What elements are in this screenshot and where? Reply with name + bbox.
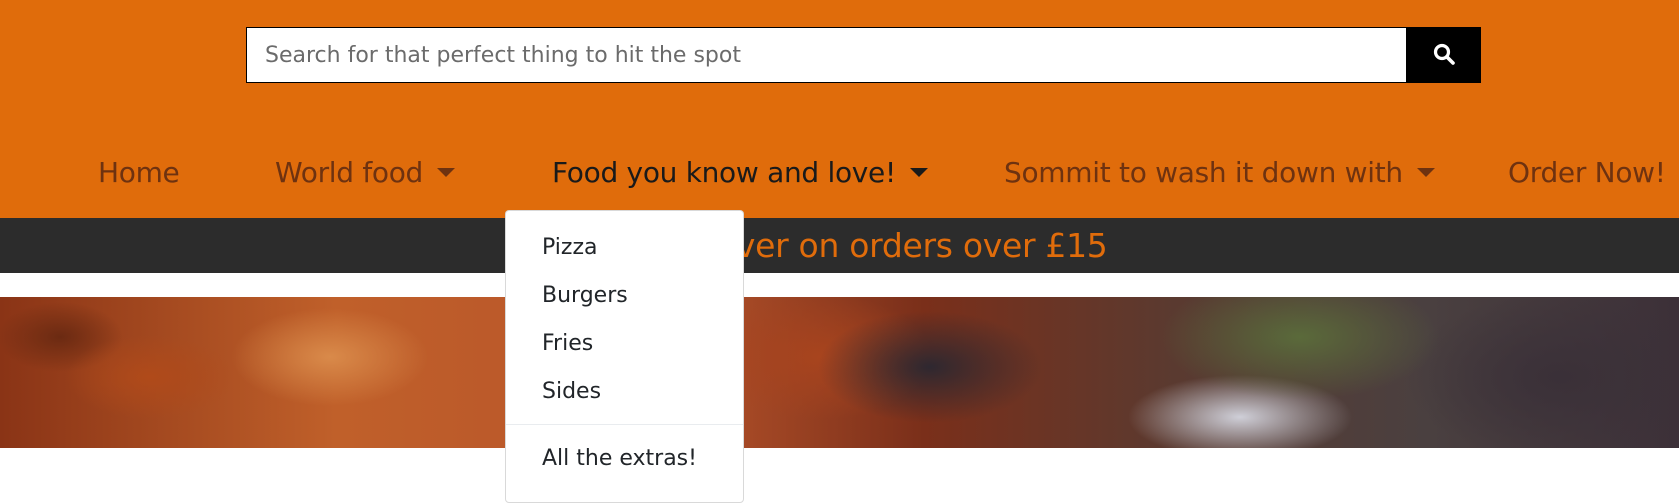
- dropdown-divider: [506, 424, 743, 425]
- nav-item-world-food[interactable]: World food: [275, 147, 456, 197]
- search-input[interactable]: [246, 27, 1407, 83]
- dropdown-item-pizza[interactable]: Pizza: [506, 223, 743, 271]
- caret-down-icon: [437, 167, 456, 177]
- delivery-banner: iver on orders over £15: [0, 218, 1679, 273]
- dropdown-item-fries[interactable]: Fries: [506, 319, 743, 367]
- caret-down-icon: [909, 167, 928, 177]
- dropdown-item-all-extras[interactable]: All the extras!: [506, 434, 743, 482]
- nav-item-label: World food: [275, 155, 424, 189]
- nav-item-label: Sommit to wash it down with: [1004, 155, 1403, 189]
- search-form: [246, 27, 1481, 83]
- main-nav: Home World food Food you know and love! …: [0, 147, 1679, 197]
- search-button[interactable]: [1407, 27, 1481, 83]
- nav-item-label: Food you know and love!: [552, 155, 896, 189]
- search-icon: [1432, 42, 1456, 69]
- dropdown-item-sides[interactable]: Sides: [506, 367, 743, 415]
- site-header: Home World food Food you know and love! …: [0, 0, 1679, 218]
- nav-item-drinks[interactable]: Sommit to wash it down with: [1004, 147, 1435, 197]
- nav-item-label: Home: [98, 155, 180, 189]
- nav-item-label: Order Now!: [1508, 155, 1666, 189]
- nav-item-order-now[interactable]: Order Now!: [1508, 147, 1666, 197]
- nav-item-food-you-know-and-love[interactable]: Food you know and love!: [552, 147, 928, 197]
- dropdown-item-burgers[interactable]: Burgers: [506, 271, 743, 319]
- food-dropdown-menu: Pizza Burgers Fries Sides All the extras…: [505, 210, 744, 503]
- hero-food-image: [0, 297, 1679, 448]
- caret-down-icon: [1416, 167, 1435, 177]
- banner-text: iver on orders over £15: [727, 226, 1108, 265]
- nav-item-home[interactable]: Home: [98, 147, 180, 197]
